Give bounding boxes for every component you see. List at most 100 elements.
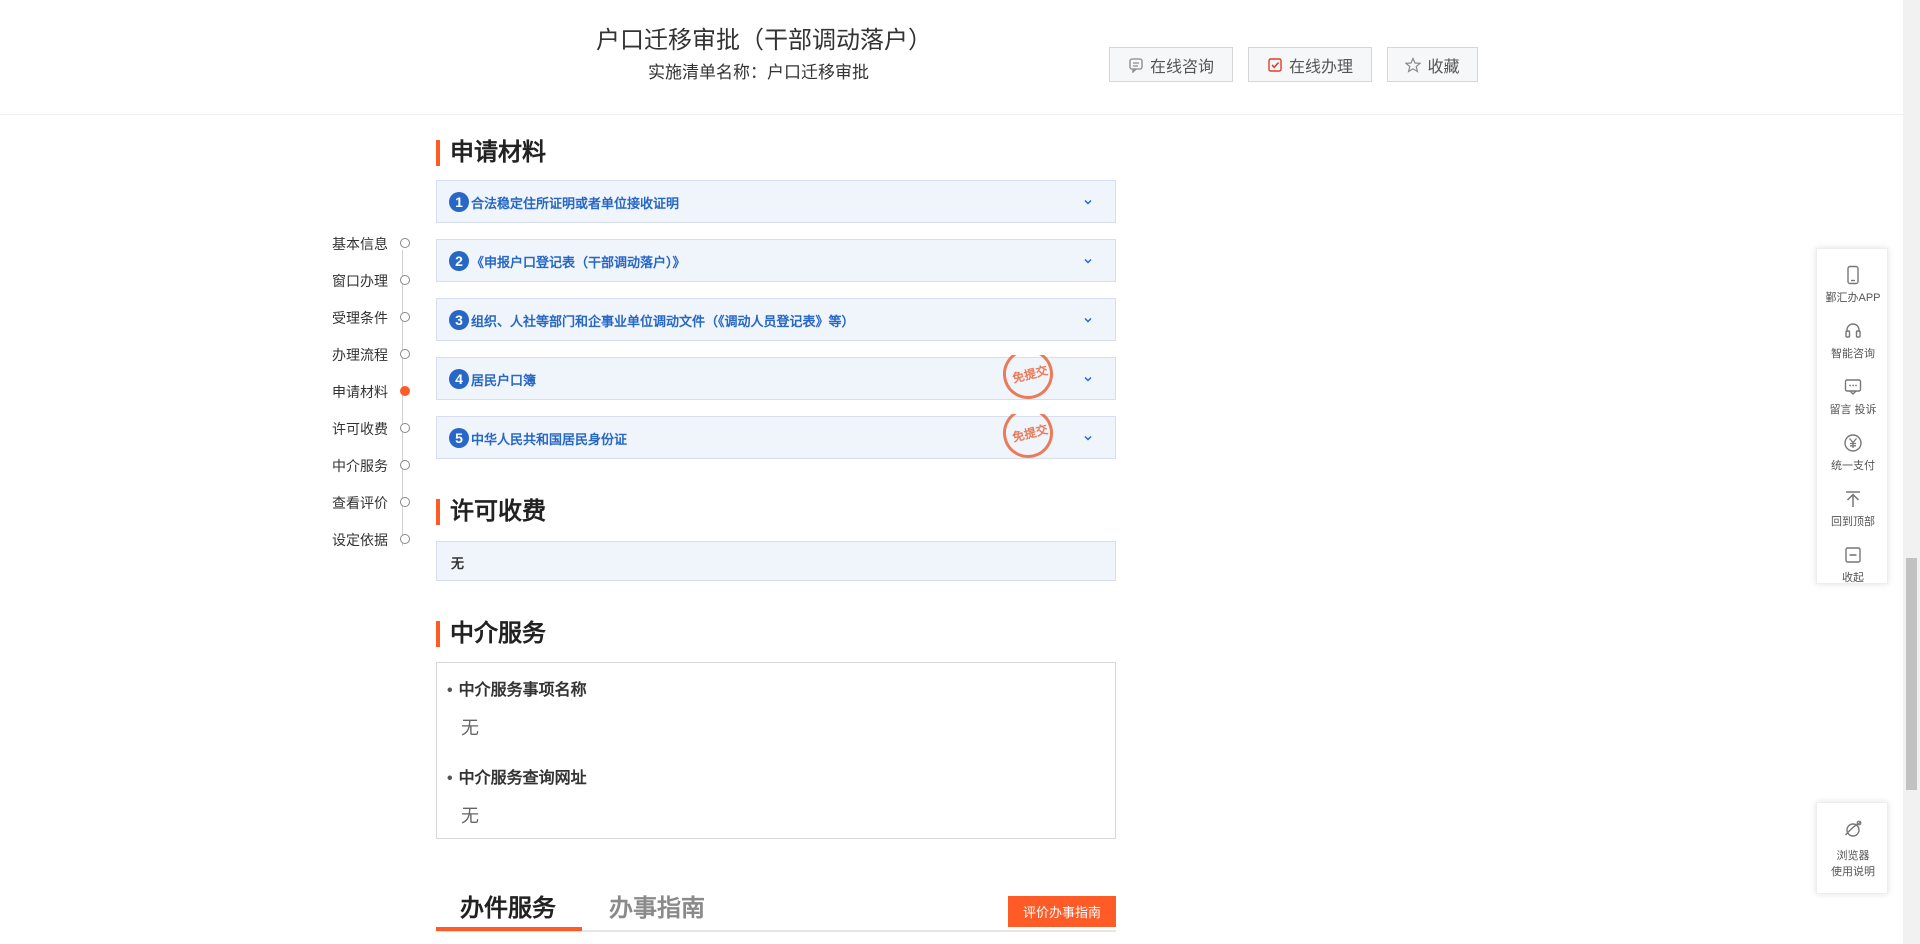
- agency-url-value: 无: [461, 806, 479, 826]
- browser-help-button[interactable]: 浏览器 使用说明: [1816, 802, 1888, 894]
- online-consult-label: 在线咨询: [1149, 58, 1214, 76]
- stamp-label: 免提交: [1011, 363, 1050, 386]
- nav-item-reviews[interactable]: 查看评价: [320, 491, 410, 515]
- evaluate-guide-button[interactable]: 评价办事指南: [1008, 896, 1116, 927]
- chat-icon: [1129, 57, 1143, 73]
- headset-icon: [1845, 323, 1861, 338]
- material-item[interactable]: 5 中华人民共和国居民身份证 免提交: [436, 414, 1116, 460]
- agency-box: 中介服务事项名称 无 中介服务查询网址 无: [436, 662, 1116, 839]
- nav-item-label: 中介服务: [332, 458, 388, 474]
- nav-item-agency[interactable]: 中介服务: [320, 454, 410, 478]
- fees-box: 无: [436, 541, 1116, 581]
- unified-payment-label: 统一支付: [1831, 460, 1875, 472]
- agency-section-title: 中介服务: [436, 621, 546, 647]
- exempt-stamp: 免提交: [1003, 414, 1057, 460]
- nav-dot: [400, 460, 410, 470]
- agency-url-label: 中介服务查询网址: [447, 764, 587, 788]
- nav-item-fees[interactable]: 许可收费: [320, 417, 410, 441]
- material-label: 居民户口簿: [471, 373, 537, 388]
- message-icon: [1844, 379, 1862, 395]
- exempt-stamp: 免提交: [1003, 355, 1057, 401]
- nav-dot-active: [400, 386, 410, 396]
- material-number: 2: [449, 251, 469, 271]
- browser-help-label-1: 浏览器: [1836, 850, 1870, 862]
- right-toolbar: 鄞汇办APP 智能咨询 留言 投诉 统一支付 回到顶部 收起: [1816, 248, 1888, 584]
- checklist-icon: [1268, 57, 1282, 72]
- smart-consult-label: 智能咨询: [1831, 348, 1875, 360]
- back-to-top-icon: [1846, 491, 1860, 507]
- material-item[interactable]: 3 组织、人社等部门和企事业单位调动文件（《调动人员登记表》等）: [436, 298, 1116, 341]
- material-item[interactable]: 1 合法稳定住所证明或者单位接收证明: [436, 180, 1116, 223]
- material-number: 4: [449, 369, 469, 389]
- message-complaint-label: 留言 投诉: [1829, 404, 1877, 416]
- nav-dot: [400, 497, 410, 507]
- nav-item-materials[interactable]: 申请材料: [320, 380, 410, 404]
- material-label: 中华人民共和国居民身份证: [471, 432, 628, 447]
- back-to-top-label: 回到顶部: [1831, 516, 1875, 528]
- nav-dot: [400, 534, 410, 544]
- page-subtitle: 实施清单名称：户口迁移审批: [648, 63, 869, 82]
- nav-item-label: 设定依据: [332, 532, 388, 548]
- nav-dot: [400, 349, 410, 359]
- agency-name-value: 无: [461, 718, 479, 738]
- star-icon: [1405, 56, 1422, 73]
- online-handle-button[interactable]: 在线办理: [1248, 47, 1372, 82]
- phone-icon: [1847, 265, 1859, 285]
- material-item[interactable]: 2 《申报户口登记表（干部调动落户）》: [436, 239, 1116, 282]
- scrollbar-thumb[interactable]: [1906, 558, 1917, 790]
- material-label: 合法稳定住所证明或者单位接收证明: [471, 196, 680, 211]
- app-label: 鄞汇办APP: [1825, 292, 1881, 304]
- tab-guide[interactable]: 办事指南: [609, 888, 705, 923]
- material-item[interactable]: 4 居民户口簿 免提交: [436, 355, 1116, 401]
- material-label: 组织、人社等部门和企事业单位调动文件（《调动人员登记表》等）: [471, 314, 855, 329]
- nav-item-label: 受理条件: [332, 310, 388, 326]
- nav-item-window[interactable]: 窗口办理: [320, 269, 410, 293]
- favorite-label: 收藏: [1427, 58, 1460, 76]
- page-title: 户口迁移审批（干部调动落户）: [596, 27, 932, 54]
- collapse-icon: [1845, 547, 1861, 563]
- nav-item-label: 基本信息: [332, 236, 388, 252]
- back-to-top-button[interactable]: 回到顶部: [1817, 483, 1889, 539]
- collapse-label: 收起: [1842, 572, 1864, 584]
- page-scrollbar[interactable]: [1903, 0, 1920, 944]
- stamp-label: 免提交: [1011, 422, 1050, 445]
- nav-item-label: 申请材料: [332, 384, 388, 400]
- materials-section-title: 申请材料: [436, 140, 546, 166]
- material-number: 5: [449, 428, 469, 448]
- nav-dot: [400, 312, 410, 322]
- nav-item-label: 窗口办理: [332, 273, 388, 289]
- chevron-down-icon: [1084, 258, 1092, 264]
- nav-item-basis[interactable]: 设定依据: [320, 528, 410, 552]
- smart-consult-button[interactable]: 智能咨询: [1817, 315, 1889, 371]
- online-consult-button[interactable]: 在线咨询: [1109, 47, 1233, 82]
- page-header: 户口迁移审批（干部调动落户） 实施清单名称：户口迁移审批 在线咨询 在线办理 收…: [0, 0, 1903, 115]
- nav-dot: [400, 423, 410, 433]
- favorite-button[interactable]: 收藏: [1387, 47, 1478, 82]
- chevron-down-icon: [1084, 435, 1092, 441]
- material-number: 1: [449, 192, 469, 212]
- agency-name-label: 中介服务事项名称: [447, 676, 587, 700]
- nav-item-label: 查看评价: [332, 495, 388, 511]
- nav-dot: [400, 275, 410, 285]
- online-handle-label: 在线办理: [1288, 58, 1353, 76]
- material-number: 3: [449, 310, 469, 330]
- nav-item-conditions[interactable]: 受理条件: [320, 306, 410, 330]
- unified-payment-button[interactable]: 统一支付: [1817, 427, 1889, 483]
- fees-section-title: 许可收费: [436, 499, 546, 525]
- fees-value: 无: [451, 556, 465, 571]
- nav-item-process[interactable]: 办理流程: [320, 343, 410, 367]
- collapse-toolbar-button[interactable]: 收起: [1817, 539, 1889, 595]
- message-complaint-button[interactable]: 留言 投诉: [1817, 371, 1889, 427]
- tab-service[interactable]: 办件服务: [460, 888, 556, 923]
- chevron-down-icon: [1084, 376, 1092, 382]
- chevron-down-icon: [1084, 199, 1092, 205]
- app-button[interactable]: 鄞汇办APP: [1817, 259, 1889, 315]
- browser-help-label-2: 使用说明: [1831, 866, 1875, 878]
- nav-item-basic-info[interactable]: 基本信息: [320, 232, 410, 256]
- material-label: 《申报户口登记表（干部调动落户）》: [471, 255, 686, 270]
- chevron-down-icon: [1084, 317, 1092, 323]
- nav-item-label: 许可收费: [332, 421, 388, 437]
- nav-dot: [400, 238, 410, 248]
- nav-item-label: 办理流程: [332, 347, 388, 363]
- yuan-icon: [1844, 434, 1862, 452]
